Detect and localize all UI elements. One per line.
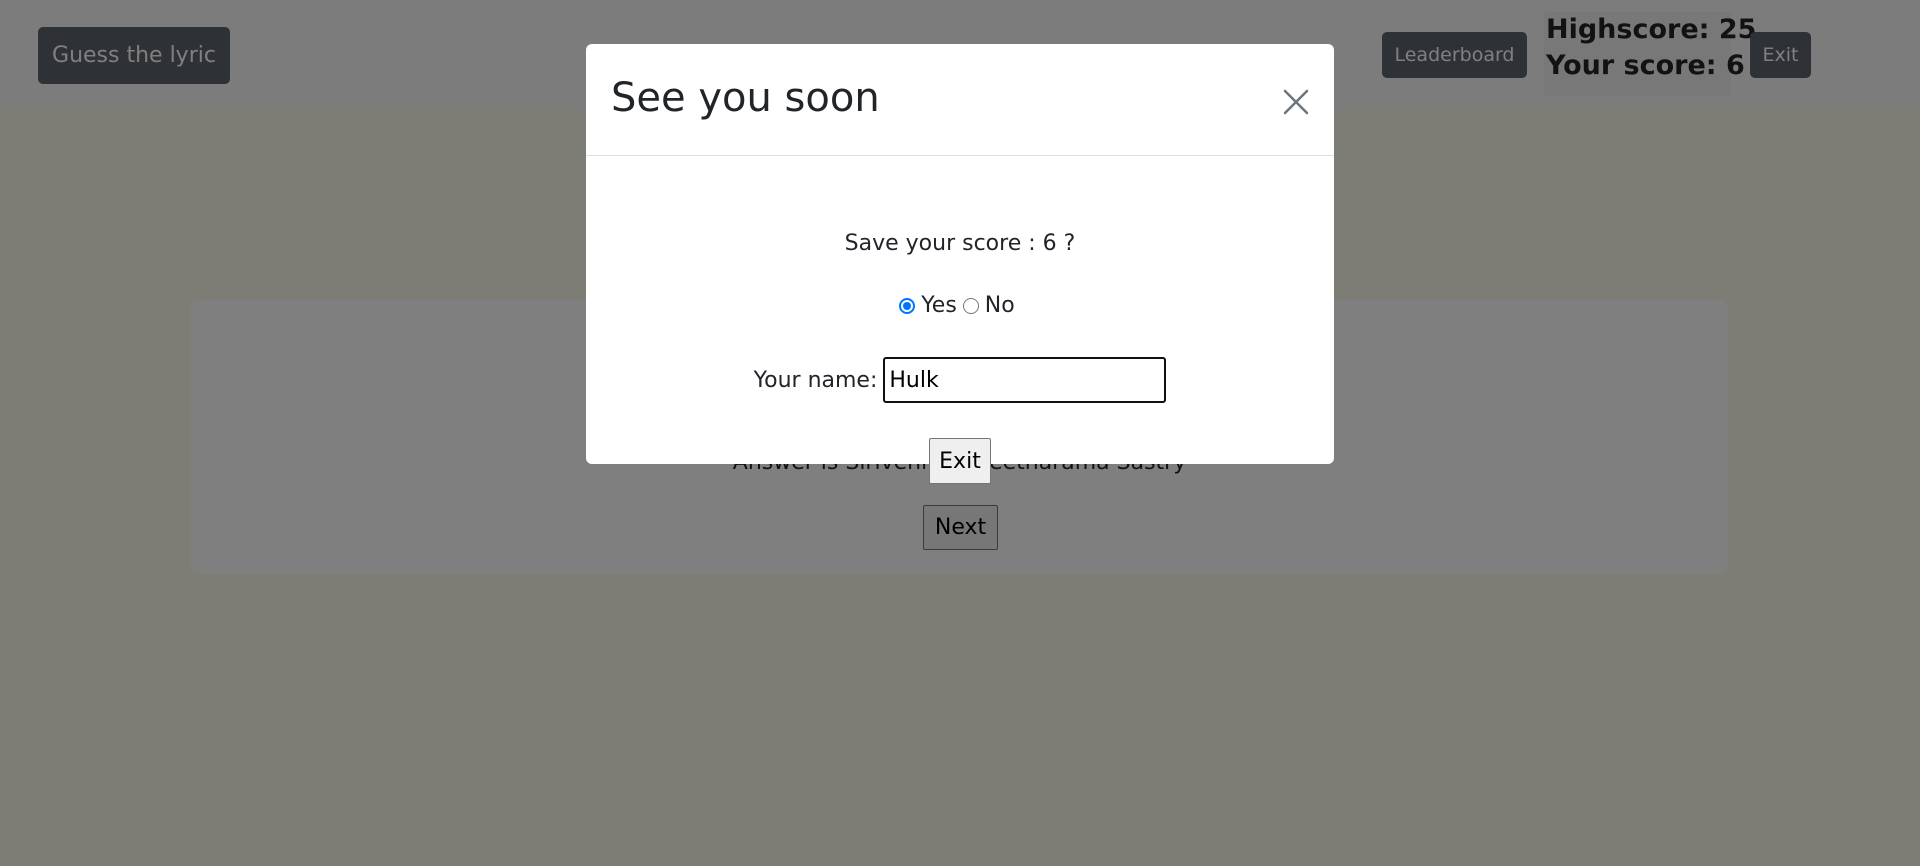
- yes-radio[interactable]: [899, 297, 916, 314]
- modal-body: Save your score : 6 ? Yes No Your name: …: [586, 156, 1334, 484]
- save-score-prompt: Save your score : 6 ?: [844, 231, 1076, 256]
- no-radio-label[interactable]: No: [985, 293, 1015, 318]
- save-choice-group: Yes No: [586, 293, 1334, 318]
- name-input[interactable]: [883, 357, 1167, 403]
- modal-exit-button[interactable]: Exit: [929, 438, 991, 484]
- name-label: Your name:: [753, 367, 878, 393]
- modal-header: See you soon: [586, 44, 1334, 156]
- no-radio[interactable]: [962, 297, 979, 314]
- save-score-modal: See you soon Save your score : 6 ? Yes N…: [586, 44, 1334, 484]
- name-row: Your name:: [586, 357, 1334, 403]
- modal-title: See you soon: [611, 75, 880, 121]
- close-icon[interactable]: [1278, 84, 1314, 120]
- yes-radio-label[interactable]: Yes: [921, 293, 957, 318]
